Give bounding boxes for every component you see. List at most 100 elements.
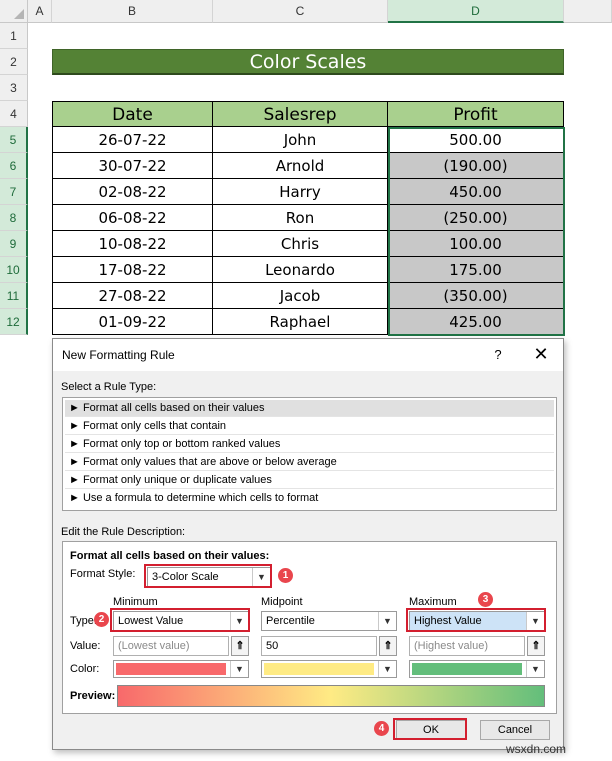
column-header-d[interactable]: D xyxy=(388,0,564,23)
cell-salesrep[interactable]: Harry xyxy=(213,179,388,205)
cell-salesrep[interactable]: Leonardo xyxy=(213,257,388,283)
edit-description-label: Edit the Rule Description: xyxy=(61,526,186,538)
cell-date[interactable]: 27-08-22 xyxy=(52,283,213,309)
row-header-10[interactable]: 10 xyxy=(0,257,28,283)
cell-date[interactable]: 01-09-22 xyxy=(52,309,213,335)
max-type-dropdown[interactable]: Highest Value ▼ xyxy=(409,611,545,631)
rule-type-item[interactable]: ► Use a formula to determine which cells… xyxy=(65,490,554,507)
cell-salesrep[interactable]: Ron xyxy=(213,205,388,231)
cell-profit[interactable]: 425.00 xyxy=(388,309,564,335)
chevron-down-icon: ▼ xyxy=(230,612,248,630)
rule-type-item[interactable]: ► Format only values that are above or b… xyxy=(65,454,554,471)
step-badge-3: 3 xyxy=(478,592,493,607)
min-value-input[interactable]: (Lowest value) xyxy=(113,636,229,656)
rule-type-item[interactable]: ► Format only unique or duplicate values xyxy=(65,472,554,489)
help-button[interactable]: ? xyxy=(490,347,506,363)
cell-salesrep[interactable]: Raphael xyxy=(213,309,388,335)
cell-date[interactable]: 06-08-22 xyxy=(52,205,213,231)
ok-button[interactable]: OK xyxy=(396,720,466,740)
cell-profit[interactable]: 500.00 xyxy=(388,127,564,153)
dialog-title: New Formatting Rule xyxy=(62,348,175,362)
type-label: Type: xyxy=(70,615,97,627)
min-type-dropdown[interactable]: Lowest Value ▼ xyxy=(113,611,249,631)
cell-salesrep[interactable]: Arnold xyxy=(213,153,388,179)
cell-date[interactable]: 26-07-22 xyxy=(52,127,213,153)
cell-profit[interactable]: (350.00) xyxy=(388,283,564,309)
max-color-picker[interactable]: ▼ xyxy=(409,660,545,678)
dialog-titlebar[interactable]: New Formatting Rule ? ✕ xyxy=(53,339,563,371)
row-header-8[interactable]: 8 xyxy=(0,205,28,231)
chevron-down-icon: ▼ xyxy=(526,661,544,677)
cell-date[interactable]: 02-08-22 xyxy=(52,179,213,205)
mid-value-picker-icon[interactable]: ⇑ xyxy=(379,636,397,656)
column-header-e[interactable] xyxy=(564,0,612,23)
format-style-label: Format Style: xyxy=(70,568,136,580)
cell-profit[interactable]: 175.00 xyxy=(388,257,564,283)
row-header-5[interactable]: 5 xyxy=(0,127,28,153)
max-type-value: Highest Value xyxy=(414,615,482,627)
row-header-7[interactable]: 7 xyxy=(0,179,28,205)
cell-profit[interactable]: 450.00 xyxy=(388,179,564,205)
cell-profit[interactable]: (250.00) xyxy=(388,205,564,231)
color-scale-preview xyxy=(117,685,545,707)
chevron-down-icon: ▼ xyxy=(378,661,396,677)
column-header-c[interactable]: C xyxy=(213,0,388,23)
max-value-input[interactable]: (Highest value) xyxy=(409,636,525,656)
cell-salesrep[interactable]: John xyxy=(213,127,388,153)
rule-type-item[interactable]: ► Format only cells that contain xyxy=(65,418,554,435)
min-color-picker[interactable]: ▼ xyxy=(113,660,249,678)
column-header-a[interactable]: A xyxy=(28,0,52,23)
sheet-title[interactable]: Color Scales xyxy=(52,49,564,75)
step-badge-2: 2 xyxy=(94,612,109,627)
mid-color-picker[interactable]: ▼ xyxy=(261,660,397,678)
cell-date[interactable]: 10-08-22 xyxy=(52,231,213,257)
cell-date[interactable]: 17-08-22 xyxy=(52,257,213,283)
preview-label: Preview: xyxy=(70,690,116,702)
max-color-swatch xyxy=(412,663,522,675)
chevron-down-icon: ▼ xyxy=(230,661,248,677)
format-all-heading: Format all cells based on their values: xyxy=(70,550,270,562)
minimum-header: Minimum xyxy=(113,596,158,608)
chevron-down-icon: ▼ xyxy=(252,568,270,586)
rule-type-item[interactable]: ► Format only top or bottom ranked value… xyxy=(65,436,554,453)
watermark: wsxdn.com xyxy=(506,742,567,756)
mid-type-value: Percentile xyxy=(266,615,315,627)
close-button[interactable]: ✕ xyxy=(531,345,551,365)
mid-value-input[interactable]: 50 xyxy=(261,636,377,656)
cell-salesrep[interactable]: Chris xyxy=(213,231,388,257)
header-profit[interactable]: Profit xyxy=(388,101,564,127)
select-all-corner[interactable] xyxy=(0,0,28,23)
column-header-b[interactable]: B xyxy=(52,0,213,23)
midpoint-header: Midpoint xyxy=(261,596,303,608)
min-value-picker-icon[interactable]: ⇑ xyxy=(231,636,249,656)
row-header-11[interactable]: 11 xyxy=(0,283,28,309)
mid-value-text: 50 xyxy=(266,640,279,652)
row-header-3[interactable]: 3 xyxy=(0,75,28,101)
rule-type-item[interactable]: ► Format all cells based on their values xyxy=(65,400,554,417)
row-header-6[interactable]: 6 xyxy=(0,153,28,179)
row-header-9[interactable]: 9 xyxy=(0,231,28,257)
min-color-swatch xyxy=(116,663,226,675)
row-header-4[interactable]: 4 xyxy=(0,101,28,127)
max-value-picker-icon[interactable]: ⇑ xyxy=(527,636,545,656)
cancel-button[interactable]: Cancel xyxy=(480,720,550,740)
maximum-header: Maximum xyxy=(409,596,457,608)
cell-salesrep[interactable]: Jacob xyxy=(213,283,388,309)
format-style-value: 3-Color Scale xyxy=(152,571,219,583)
cell-profit[interactable]: (190.00) xyxy=(388,153,564,179)
row-header-2[interactable]: 2 xyxy=(0,49,28,75)
color-label: Color: xyxy=(70,663,100,675)
format-style-dropdown[interactable]: 3-Color Scale ▼ xyxy=(147,567,271,587)
rule-type-list[interactable]: ► Format all cells based on their values… xyxy=(62,397,557,511)
min-type-value: Lowest Value xyxy=(118,615,184,627)
header-date[interactable]: Date xyxy=(52,101,213,127)
step-badge-4: 4 xyxy=(374,721,389,736)
cell-profit[interactable]: 100.00 xyxy=(388,231,564,257)
row-header-1[interactable]: 1 xyxy=(0,23,28,49)
chevron-down-icon: ▼ xyxy=(526,612,544,630)
step-badge-1: 1 xyxy=(278,568,293,583)
mid-type-dropdown[interactable]: Percentile ▼ xyxy=(261,611,397,631)
row-header-12[interactable]: 12 xyxy=(0,309,28,335)
cell-date[interactable]: 30-07-22 xyxy=(52,153,213,179)
header-salesrep[interactable]: Salesrep xyxy=(213,101,388,127)
